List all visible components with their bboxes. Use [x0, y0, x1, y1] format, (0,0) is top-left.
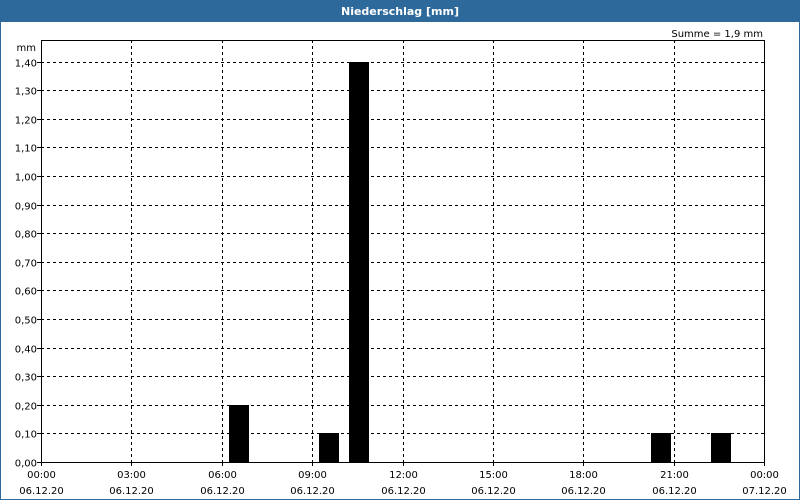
x-tick-date-label: 06.12.20 [381, 486, 426, 497]
precipitation-bar [319, 433, 339, 462]
y-tick-label: 0,50 [15, 316, 37, 327]
x-tick-date-label: 06.12.20 [19, 486, 64, 497]
x-tick-date-label: 06.12.20 [652, 486, 697, 497]
y-tick-label: 0,00 [15, 459, 37, 470]
precipitation-bar [349, 62, 369, 462]
precipitation-bar [711, 433, 731, 462]
x-tick-time-label: 06:00 [208, 470, 237, 481]
tick-label-layer: 0,00 0,10 0,20 0,30 0,40 0,50 0,60 0,70 0,80 0,90… [15, 59, 787, 498]
y-tick-label: 0,60 [15, 287, 37, 298]
x-tick-time-label: 12:00 [389, 470, 418, 481]
chart-area: Summe = 1,9 mm mm 0,00 0,10 0,20 0,30 0,40 0,… [1, 22, 799, 499]
y-axis-unit-label: mm [17, 43, 36, 54]
chart-title: Niederschlag [mm] [1, 1, 799, 22]
chart-window: Niederschlag [mm] Summe = 1,9 mm mm 0,00… [0, 0, 800, 500]
x-tick-date-label: 07.12.20 [742, 486, 787, 497]
y-tick-label: 1,10 [15, 144, 37, 155]
x-tick-date-label: 06.12.20 [109, 486, 154, 497]
y-tick-label: 0,90 [15, 202, 37, 213]
y-tick-label: 1,40 [15, 59, 37, 70]
axis-layer [37, 40, 765, 466]
x-tick-time-label: 03:00 [117, 470, 146, 481]
grid-layer [41, 40, 764, 462]
y-tick-label: 0,10 [15, 430, 37, 441]
x-tick-date-label: 06.12.20 [561, 486, 606, 497]
x-tick-time-label: 00:00 [27, 470, 56, 481]
x-tick-time-label: 00:00 [750, 470, 779, 481]
x-tick-time-label: 21:00 [660, 470, 689, 481]
y-tick-label: 1,30 [15, 87, 37, 98]
y-tick-label: 0,70 [15, 259, 37, 270]
precipitation-bar [229, 405, 249, 462]
x-tick-date-label: 06.12.20 [200, 486, 245, 497]
x-tick-time-label: 09:00 [298, 470, 327, 481]
precipitation-chart: Summe = 1,9 mm mm 0,000,100,200,300,400,… [15, 29, 787, 498]
y-tick-label: 0,80 [15, 230, 37, 241]
y-tick-label: 0,20 [15, 402, 37, 413]
x-tick-time-label: 18:00 [569, 470, 598, 481]
y-tick-label: 0,40 [15, 345, 37, 356]
x-tick-date-label: 06.12.20 [471, 486, 516, 497]
y-tick-label: 1,20 [15, 116, 37, 127]
y-tick-label: 0,30 [15, 373, 37, 384]
y-tick-label: 1,00 [15, 173, 37, 184]
x-tick-date-label: 06.12.20 [290, 486, 335, 497]
sum-label: Summe = 1,9 mm [671, 29, 763, 40]
precipitation-bar [651, 433, 671, 462]
x-tick-time-label: 15:00 [479, 470, 508, 481]
